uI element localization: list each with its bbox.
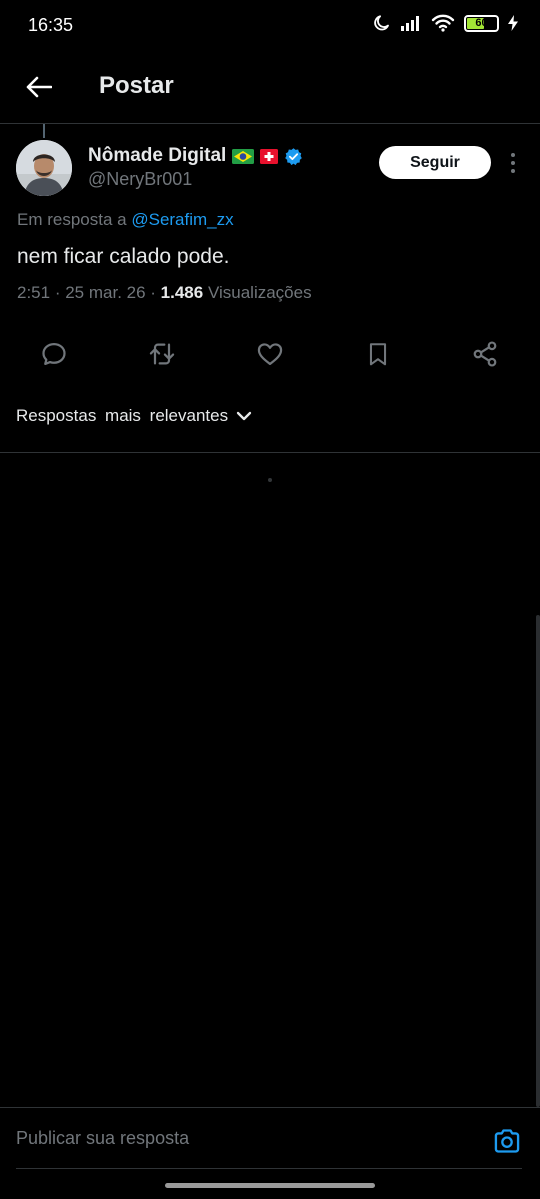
post-meta: 2:51 · 25 mar. 26 · 1.486 Visualizações — [17, 283, 312, 303]
post-actions — [0, 337, 540, 371]
status-bar: 16:35 60 — [0, 0, 540, 52]
switzerland-flag-icon — [260, 148, 279, 164]
status-time: 16:35 — [28, 15, 74, 35]
status-icons: 60 — [373, 14, 518, 32]
repost-icon — [149, 343, 175, 365]
avatar-image — [16, 140, 72, 196]
chevron-down-icon — [236, 411, 252, 421]
follow-button[interactable]: Seguir — [379, 146, 491, 179]
post-text: nem ficar calado pode. — [17, 245, 230, 268]
reply-icon — [42, 342, 66, 366]
more-dot-icon — [511, 153, 515, 157]
like-button[interactable] — [253, 337, 287, 371]
meta-separator: · — [54, 283, 66, 302]
author-name[interactable]: Nômade Digital — [88, 145, 226, 167]
reply-mention-link[interactable]: @Serafim_zx — [131, 210, 233, 229]
camera-icon — [494, 1129, 520, 1153]
more-dot-icon — [511, 169, 515, 173]
arrow-left-icon — [26, 76, 52, 98]
post-date: 25 mar. 26 — [65, 283, 146, 302]
views-count: 1.486 — [160, 283, 204, 302]
reply-button[interactable] — [37, 337, 71, 371]
back-button[interactable] — [22, 70, 56, 104]
page-title: Postar — [99, 72, 174, 99]
camera-button[interactable] — [492, 1126, 522, 1156]
more-dot-icon — [511, 161, 515, 165]
reply-prefix: Em resposta a — [17, 210, 127, 229]
home-indicator[interactable] — [165, 1183, 375, 1188]
share-icon — [473, 341, 497, 367]
author-handle[interactable]: @NeryBr001 — [88, 169, 192, 190]
battery-icon: 60 — [464, 14, 499, 32]
scrollbar[interactable] — [536, 615, 540, 1107]
views-label: Visualizações — [207, 283, 312, 302]
repost-button[interactable] — [145, 337, 179, 371]
post-time: 2:51 — [17, 283, 51, 302]
replies-divider — [0, 452, 540, 453]
signal-icon — [401, 16, 419, 31]
replies-sort-dropdown[interactable]: Respostas mais relevantes — [16, 406, 252, 426]
loading-indicator — [268, 478, 272, 482]
thread-connector-line — [43, 124, 45, 138]
reply-context: Em resposta a @Serafim_zx — [17, 210, 234, 230]
avatar[interactable] — [16, 140, 72, 196]
charging-icon — [508, 15, 518, 31]
reply-composer — [0, 1107, 540, 1169]
like-icon — [257, 343, 283, 366]
top-app-bar: Postar — [0, 52, 540, 124]
battery-level: 60 — [475, 16, 488, 29]
meta-separator: · — [150, 283, 161, 302]
bookmark-button[interactable] — [361, 337, 395, 371]
moon-icon — [374, 15, 389, 31]
reply-input[interactable] — [16, 1128, 466, 1149]
composer-underline — [16, 1168, 522, 1169]
verified-badge-icon — [285, 147, 303, 165]
author-name-row: Nômade Digital — [88, 145, 303, 167]
wifi-icon — [431, 14, 455, 32]
share-button[interactable] — [468, 337, 502, 371]
more-options-button[interactable] — [502, 150, 524, 176]
brazil-flag-icon — [232, 148, 255, 164]
replies-sort-label: Respostas mais relevantes — [16, 406, 229, 425]
bookmark-icon — [369, 343, 387, 366]
